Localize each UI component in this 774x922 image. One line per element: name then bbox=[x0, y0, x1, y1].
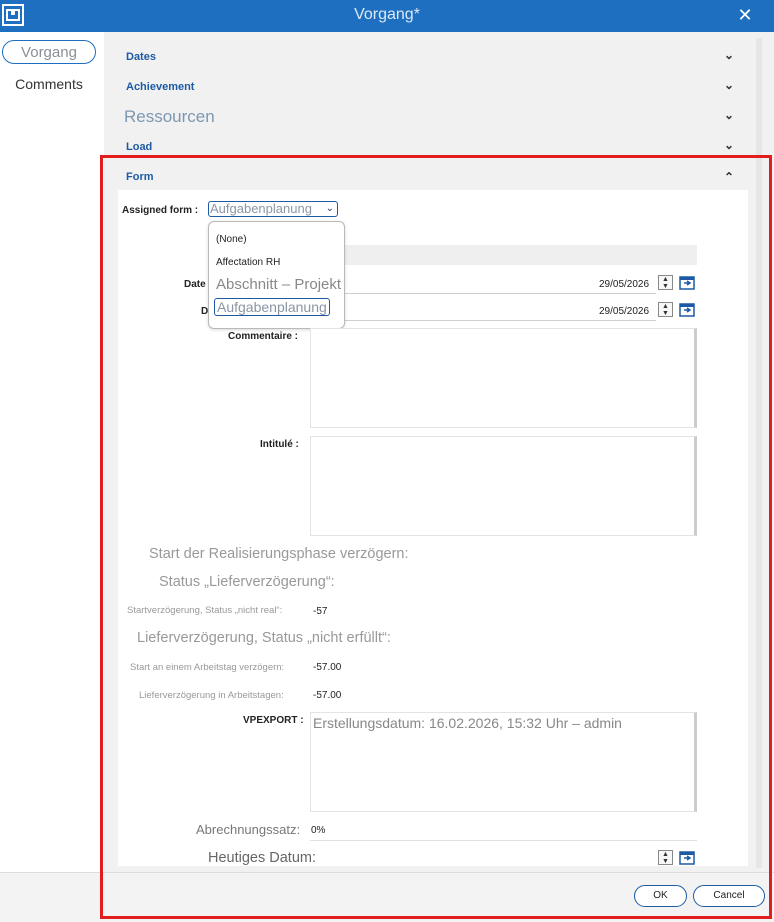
chevron-down-icon[interactable]: ⌄ bbox=[724, 78, 734, 92]
billing-rate-label: Abrechnungssatz: bbox=[196, 822, 301, 837]
assigned-form-dropdown: (None) Affectation RH Abschnitt – Projek… bbox=[208, 221, 345, 329]
chevron-down-icon[interactable]: ⌄ bbox=[724, 138, 734, 152]
calendar-icon[interactable] bbox=[679, 274, 695, 290]
cancel-button[interactable]: Cancel bbox=[693, 885, 765, 907]
date-field-2[interactable]: 29/05/2026 bbox=[599, 306, 649, 317]
start-workday-label: Start an einem Arbeitstag verzögern: bbox=[130, 662, 285, 673]
status-delivery-label: Status „Lieferverzögerung“: bbox=[159, 574, 335, 590]
chevron-down-icon: ⌄ bbox=[325, 203, 334, 214]
start-delay-status-label: Startverzögerung, Status „nicht real“: bbox=[127, 605, 283, 616]
start-delay-status-value[interactable]: -57 bbox=[313, 606, 327, 617]
chevron-up-icon[interactable]: ⌃ bbox=[724, 170, 734, 184]
commentaire-textarea[interactable] bbox=[310, 328, 697, 428]
window-title: Vorgang* bbox=[354, 6, 420, 23]
dropdown-option-abschnitt-projekt[interactable]: Abschnitt – Projekt bbox=[216, 276, 341, 293]
section-achievement[interactable]: Achievement bbox=[126, 81, 194, 93]
intitule-label: Intitulé : bbox=[260, 439, 299, 450]
vpexport-label: VPEXPORT : bbox=[243, 715, 304, 726]
nav-item-vorgang[interactable]: Vorgang bbox=[2, 40, 96, 64]
delivery-workdays-value[interactable]: -57.00 bbox=[313, 690, 341, 701]
today-label: Heutiges Datum: bbox=[208, 850, 316, 866]
date-field-2-line bbox=[310, 320, 656, 321]
billing-rate-value[interactable]: 0% bbox=[311, 825, 325, 836]
start-workday-value[interactable]: -57.00 bbox=[313, 662, 341, 673]
dialog-footer: OK Cancel bbox=[0, 872, 774, 922]
section-ressourcen[interactable]: Ressourcen bbox=[124, 107, 215, 127]
date-field-1[interactable]: 29/05/2026 bbox=[599, 279, 649, 290]
today-spinner[interactable]: ▲ ▼ bbox=[658, 850, 673, 865]
section-form[interactable]: Form bbox=[126, 171, 154, 183]
ok-button[interactable]: OK bbox=[634, 885, 687, 907]
chevron-down-icon[interactable]: ⌄ bbox=[724, 108, 734, 122]
date-1-spinner[interactable]: ▲ ▼ bbox=[658, 275, 673, 290]
date-field-1-line bbox=[310, 293, 656, 294]
close-icon[interactable]: ✕ bbox=[734, 4, 756, 26]
chevron-down-icon[interactable]: ⌄ bbox=[724, 48, 734, 62]
dropdown-option-affectation-rh[interactable]: Affectation RH bbox=[216, 257, 280, 268]
commentaire-label: Commentaire : bbox=[228, 331, 299, 342]
delivery-delay-label: Lieferverzögerung, Status „nicht erfüllt… bbox=[137, 630, 391, 646]
billing-rate-line bbox=[310, 840, 697, 841]
section-dates[interactable]: Dates bbox=[126, 51, 156, 63]
intitule-textarea[interactable] bbox=[310, 436, 697, 536]
date-label-1: Date bbox=[184, 279, 206, 290]
date-2-spinner[interactable]: ▲ ▼ bbox=[658, 302, 673, 317]
nav-item-comments[interactable]: Comments bbox=[2, 72, 96, 96]
start-delay-label: Start der Realisierungsphase verzögern: bbox=[149, 546, 409, 562]
dropdown-option-none[interactable]: (None) bbox=[216, 234, 247, 245]
section-load[interactable]: Load bbox=[126, 141, 152, 153]
calendar-icon[interactable] bbox=[679, 301, 695, 317]
assigned-form-select[interactable]: Aufgabenplanung ⌄ bbox=[208, 201, 338, 217]
left-nav: Vorgang Comments bbox=[0, 32, 104, 872]
assigned-form-label: Assigned form : bbox=[122, 205, 199, 216]
calendar-icon[interactable] bbox=[679, 849, 695, 865]
vpexport-value: Erstellungsdatum: 16.02.2026, 15:32 Uhr … bbox=[313, 715, 622, 731]
dropdown-option-aufgabenplanung[interactable]: Aufgabenplanung bbox=[214, 298, 330, 316]
delivery-workdays-label: Lieferverzögerung in Arbeitstagen: bbox=[139, 690, 284, 701]
form-band bbox=[310, 245, 697, 265]
assigned-form-value: Aufgabenplanung bbox=[210, 201, 312, 216]
vpexport-textarea[interactable]: Erstellungsdatum: 16.02.2026, 15:32 Uhr … bbox=[310, 712, 697, 812]
scrollbar[interactable] bbox=[756, 38, 762, 868]
